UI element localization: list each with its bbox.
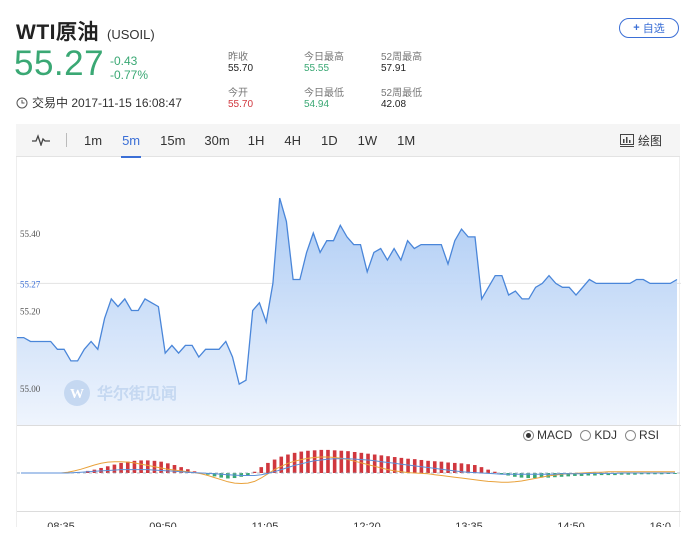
drawing-tools-icon [619, 134, 634, 147]
price-chart[interactable]: 55.40 55.27 55.20 55.00 W 华尔街见闻 08:35 09:50 11:0… [16, 157, 681, 527]
radio-rsi[interactable] [625, 429, 637, 441]
macd-bar [379, 455, 384, 473]
macd-bar [346, 451, 350, 473]
macd-bar [519, 473, 524, 478]
stat-52w-low: 52周最低 42.08 [381, 88, 423, 110]
tab-30m[interactable]: 30m [204, 124, 229, 157]
macd-bar [332, 450, 337, 473]
y-tick-label: 55.27 [20, 279, 41, 289]
instrument-title: WTI原油 (USOIL) [16, 16, 155, 46]
instrument-code: (USOIL) [106, 27, 155, 42]
tab-1w[interactable]: 1W [358, 124, 378, 157]
draw-label: 绘图 [637, 134, 662, 148]
macd-bar [533, 473, 537, 479]
macd-bar [166, 463, 170, 473]
time-axis-label: 11:05 [252, 521, 279, 527]
macd-bar [266, 462, 270, 473]
stat-prev-close: 昨收 55.70 [228, 52, 254, 74]
radio-macd[interactable] [523, 429, 534, 441]
macd-bar [219, 473, 224, 478]
watermark: W 华尔街见闻 [64, 380, 177, 406]
macd-bar [312, 450, 317, 473]
price-change: -0.43 -0.77% [110, 54, 148, 82]
macd-bar [472, 465, 477, 473]
macd-bar [372, 454, 377, 473]
line-chart-toggle[interactable] [32, 124, 50, 157]
tab-1mo[interactable]: 1M [397, 124, 415, 157]
tab-1d[interactable]: 1D [321, 124, 338, 157]
macd-bar [119, 462, 123, 473]
macd-bar [226, 473, 230, 479]
quote-header: WTI原油 (USOIL) + 自选 55.27 -0.43 -0.77% 交易… [0, 0, 696, 124]
macd-bar [399, 457, 404, 473]
clock-icon [16, 97, 28, 108]
macd-bar [125, 461, 130, 473]
macd-bar [386, 456, 390, 473]
radio-kdj[interactable] [580, 429, 592, 441]
macd-bar [513, 473, 517, 477]
time-axis-label: 08:35 [47, 521, 75, 527]
macd-bar [299, 451, 304, 473]
time-axis-label: 13:35 [455, 521, 483, 527]
macd-bar [326, 449, 330, 473]
macd-bar [339, 450, 344, 473]
indicator-rsi[interactable]: RSI [625, 428, 659, 442]
watermark-text: 华尔街见闻 [97, 384, 177, 403]
macd-bar [486, 469, 490, 473]
y-tick-label: 55.40 [20, 229, 41, 239]
macd-bar [145, 460, 150, 473]
plus-icon: + [633, 22, 640, 34]
tab-1m[interactable]: 1m [84, 124, 102, 157]
change-value: -0.43 [110, 54, 138, 68]
status-text: 交易中 2017-11-15 16:08:47 [32, 96, 182, 110]
indicator-selector: MACD KDJ RSI [523, 428, 667, 442]
macd-bar [259, 467, 264, 473]
tab-15m[interactable]: 15m [160, 124, 185, 157]
macd-bar [406, 458, 410, 473]
stat-day-low: 今日最低 54.94 [304, 88, 344, 110]
instrument-name: WTI原油 [16, 21, 99, 44]
macd-bar [279, 456, 284, 473]
time-axis-label: 14:50 [557, 521, 585, 527]
stat-day-high: 今日最高 55.55 [304, 52, 344, 74]
macd-bar [432, 461, 437, 473]
tab-1h[interactable]: 1H [248, 124, 265, 157]
stat-52w-high: 52周最高 57.91 [381, 52, 423, 74]
chart-canvas[interactable]: 55.40 55.27 55.20 55.00 W 华尔街见闻 08:35 09:50 11:0… [17, 157, 681, 527]
macd-bar [239, 473, 244, 477]
macd-bar [446, 462, 450, 473]
trading-status: 交易中 2017-11-15 16:08:47 [16, 94, 182, 111]
indicator-kdj[interactable]: KDJ [580, 428, 617, 442]
macd-bar [112, 464, 117, 473]
time-axis-label: 09:50 [149, 521, 177, 527]
y-tick-label: 55.00 [20, 384, 41, 394]
change-percent: -0.77% [110, 68, 149, 82]
macd-bar [366, 453, 370, 473]
time-axis-label: 12:20 [353, 521, 381, 527]
time-axis-label: 16:0 [650, 521, 671, 527]
draw-button[interactable]: 绘图 [619, 124, 662, 157]
macd-bar [439, 461, 444, 473]
macd-bar [479, 467, 484, 473]
stat-open: 今开 55.70 [228, 88, 254, 110]
current-price: 55.27 [14, 44, 105, 83]
macd-bar [319, 449, 324, 473]
macd-bar [139, 460, 143, 473]
pulse-icon [32, 134, 50, 146]
macd-bar [292, 452, 297, 473]
watermark-logo-letter: W [70, 387, 84, 402]
macd-bar [105, 466, 110, 473]
timeframe-tabs: 1m 5m 15m 30m 1H 4H 1D 1W 1M 绘图 [16, 124, 680, 158]
y-tick-label: 55.20 [20, 307, 41, 317]
tab-5m[interactable]: 5m [121, 124, 142, 158]
indicator-macd[interactable]: MACD [523, 428, 572, 442]
tab-divider [66, 133, 67, 147]
add-to-watchlist-button[interactable]: + 自选 [619, 18, 679, 38]
macd-bar [526, 473, 530, 479]
tab-4h[interactable]: 4H [284, 124, 301, 157]
watchlist-label: 自选 [642, 23, 665, 35]
macd-bar [352, 452, 357, 473]
